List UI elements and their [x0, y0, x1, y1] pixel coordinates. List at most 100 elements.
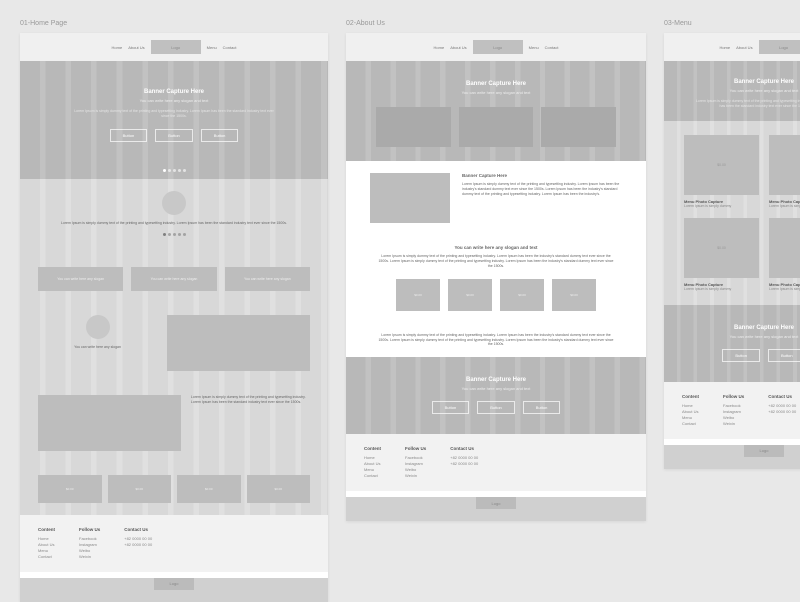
circle-placeholder	[86, 315, 110, 339]
hero-subtitle: You can write here any slogan and text	[50, 98, 298, 103]
footer-logo[interactable]: Logo	[744, 445, 784, 457]
feature-card-3[interactable]: You can write here any slogan	[225, 267, 310, 291]
footer-link[interactable]: About Us	[682, 409, 699, 415]
footer-bottom: Logo	[20, 578, 328, 602]
footer-link[interactable]: Contact	[38, 554, 55, 560]
carousel-dots-2[interactable]	[38, 226, 310, 243]
four-small-row: $0.00 $0.00 $0.00 $0.00	[20, 463, 328, 515]
footer-phone: +82 0000 00 00	[768, 403, 796, 409]
nav-about[interactable]: About Us	[736, 45, 752, 50]
footer-content-heading: Content	[38, 527, 55, 532]
menu-item-3[interactable]: $0.00 Menu Photo Capture Lorem Ipsum is …	[684, 218, 759, 291]
nav-home[interactable]: Home	[434, 45, 445, 50]
small-card-1[interactable]: $0.00	[38, 475, 102, 503]
cta-title: Banner Capture Here	[694, 325, 800, 331]
small-card-3[interactable]: $0.00	[177, 475, 241, 503]
nav-logo[interactable]: Logo	[759, 40, 800, 54]
footer-link[interactable]: Weixin	[405, 473, 426, 479]
footer-link[interactable]: Contact	[682, 421, 699, 427]
header-nav: Home About Us Logo Menu Contact	[346, 33, 646, 61]
cta-btn-1[interactable]: Button	[722, 349, 760, 362]
footer-link[interactable]: Weixin	[723, 421, 744, 427]
hero-button-1[interactable]: Button	[110, 129, 148, 142]
footer-follow-heading: Follow Us	[79, 527, 100, 532]
wireframe-menu: Home About Us Logo Banner Capture Here Y…	[664, 33, 800, 469]
about-center-body-2: Lorem Ipsum is simply dummy text of the …	[376, 333, 616, 348]
nav-home[interactable]: Home	[112, 45, 123, 50]
about-box-4[interactable]: $0.00	[552, 279, 596, 311]
nav-home[interactable]: Home	[719, 45, 730, 50]
menu-sub: Lorem Ipsum is simply dummy	[684, 287, 759, 291]
nav-menu[interactable]: Menu	[529, 45, 539, 50]
about-box-3[interactable]: $0.00	[500, 279, 544, 311]
footer-follow-heading: Follow Us	[405, 446, 426, 451]
footer: Content Home About Us Menu Contact Follo…	[346, 434, 646, 491]
text-placeholder-2: Lorem Ipsum is simply dummy text of the …	[191, 395, 310, 451]
footer-content-heading: Content	[682, 394, 699, 399]
footer-link[interactable]: Contact	[364, 473, 381, 479]
cta-btn-2[interactable]: Button	[768, 349, 800, 362]
wireframe-about: Home About Us Logo Menu Contact Banner C…	[346, 33, 646, 521]
about-box-2[interactable]: $0.00	[448, 279, 492, 311]
nav-menu[interactable]: Menu	[207, 45, 217, 50]
hero-button-2[interactable]: Button	[155, 129, 193, 142]
footer-phone: +82 0000 00 00	[124, 542, 152, 548]
footer-phone: +82 0000 00 00	[768, 409, 796, 415]
footer-link[interactable]: Weixin	[79, 554, 100, 560]
image-placeholder-2	[38, 395, 181, 451]
feature-card-1[interactable]: You can write here any slogan	[38, 267, 123, 291]
menu-item-1[interactable]: $0.00 Menu Photo Capture Lorem Ipsum is …	[684, 135, 759, 208]
hero-button-3[interactable]: Button	[201, 129, 239, 142]
about-cta: Banner Capture Here You can write here a…	[346, 357, 646, 434]
hero-home: Banner Capture Here You can write here a…	[20, 61, 328, 179]
footer-content-heading: Content	[364, 446, 381, 451]
about-img-2	[459, 107, 534, 147]
hero-body: Lorem Ipsum is simply dummy text of the …	[50, 109, 298, 119]
cta-btn-2[interactable]: Button	[477, 401, 515, 414]
nav-about[interactable]: About Us	[450, 45, 466, 50]
nav-logo[interactable]: Logo	[473, 40, 523, 54]
menu-hero-body: Lorem Ipsum is simply dummy text of the …	[694, 99, 800, 109]
feature-card-2[interactable]: You can write here any slogan	[131, 267, 216, 291]
menu-sub: Lorem Ipsum is simply dummy	[769, 204, 800, 208]
menu-photo-icon: $0.00	[684, 135, 759, 195]
hero-title: Banner Capture Here	[50, 89, 298, 95]
cta-btn-3[interactable]: Button	[523, 401, 561, 414]
about-hero-sub: You can write here any slogan and text	[376, 90, 616, 95]
small-card-2[interactable]: $0.00	[108, 475, 172, 503]
footer-link[interactable]: About Us	[38, 542, 55, 548]
about-box-1[interactable]: $0.00	[396, 279, 440, 311]
menu-hero-title: Banner Capture Here	[694, 79, 800, 85]
image-placeholder-1	[167, 315, 310, 371]
nav-contact[interactable]: Contact	[223, 45, 237, 50]
footer-logo[interactable]: Logo	[154, 578, 194, 590]
menu-item-4[interactable]: $0.00 Menu Photo Capture Lorem Ipsum is …	[769, 218, 800, 291]
three-card-row: You can write here any slogan You can wr…	[20, 255, 328, 303]
about-center-2: Lorem Ipsum is simply dummy text of the …	[346, 323, 646, 358]
cta-sub: You can write here any slogan and text	[376, 386, 616, 391]
cta-sub: You can write here any slogan and text	[694, 334, 800, 339]
small-card-4[interactable]: $0.00	[247, 475, 311, 503]
carousel-dots[interactable]	[20, 162, 328, 179]
footer-logo[interactable]: Logo	[476, 497, 516, 509]
nav-logo[interactable]: Logo	[151, 40, 201, 54]
menu-grid: $0.00 Menu Photo Capture Lorem Ipsum is …	[664, 121, 800, 305]
menu-photo-icon: $0.00	[769, 218, 800, 278]
about-row-body: Lorem Ipsum is simply dummy text of the …	[462, 182, 619, 196]
footer-contact-heading: Contact Us	[124, 527, 152, 532]
avatar-circle	[162, 191, 186, 215]
frame-label-home: 01-Home Page	[20, 20, 328, 27]
about-img-1	[376, 107, 451, 147]
menu-photo-icon: $0.00	[769, 135, 800, 195]
cta-btn-1[interactable]: Button	[432, 401, 470, 414]
menu-photo-icon: $0.00	[684, 218, 759, 278]
two-col-row-1: You can write here any slogan	[20, 303, 328, 383]
nav-contact[interactable]: Contact	[545, 45, 559, 50]
footer: Content Home About Us Menu Contact Follo…	[20, 515, 328, 572]
menu-hero: Banner Capture Here You can write here a…	[664, 61, 800, 121]
nav-about[interactable]: About Us	[128, 45, 144, 50]
about-hero-title: Banner Capture Here	[376, 81, 616, 87]
wireframe-home: Home About Us Logo Menu Contact Banner C…	[20, 33, 328, 602]
menu-item-2[interactable]: $0.00 Menu Photo Capture Lorem Ipsum is …	[769, 135, 800, 208]
menu-cta: Banner Capture Here You can write here a…	[664, 305, 800, 382]
